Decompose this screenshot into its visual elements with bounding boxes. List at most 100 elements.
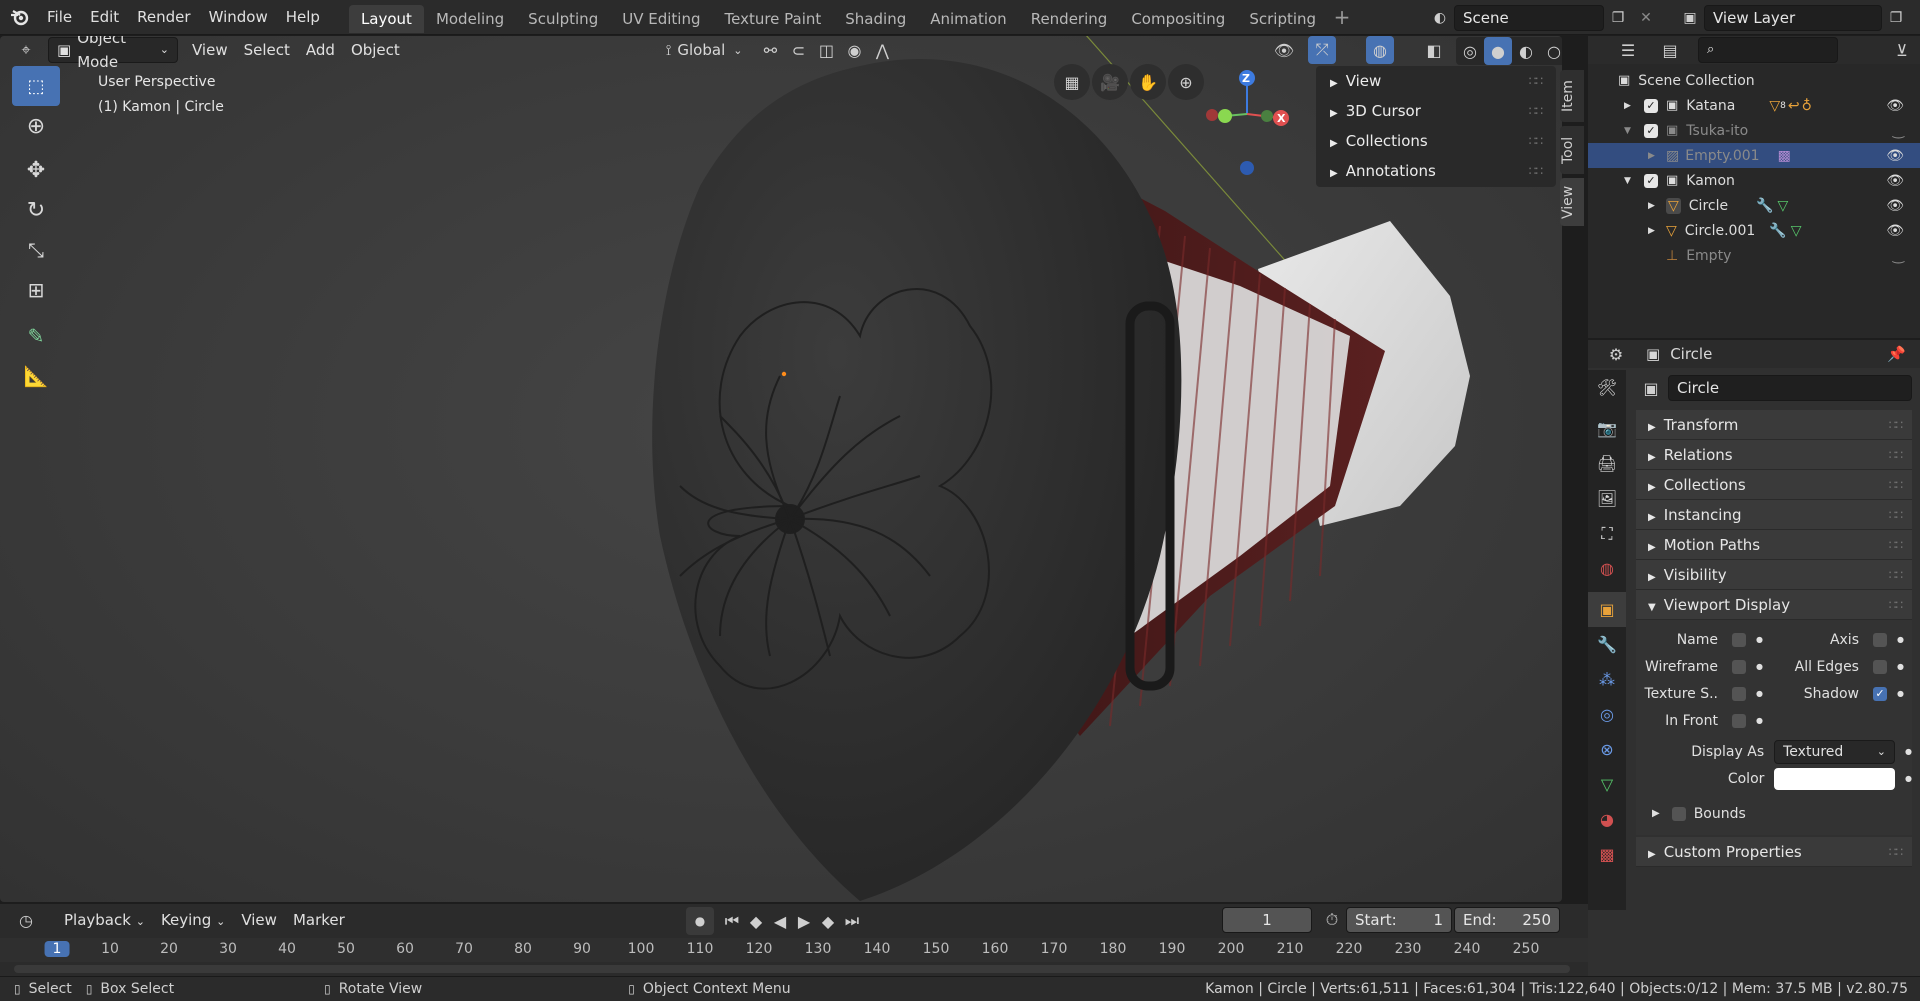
outliner-row-circle-001[interactable]: ▶ ▽ Circle.001 🔧 ▽ 👁 (1588, 218, 1920, 243)
material-shading-icon[interactable]: ◐ (1512, 37, 1540, 65)
visibility-icon[interactable]: 👁 (1270, 36, 1298, 64)
overlay-toggle-icon[interactable]: ◍ (1366, 36, 1394, 64)
menu-playback[interactable]: Playback ⌄ (56, 906, 153, 934)
eye-icon[interactable]: 👁 (1886, 148, 1904, 164)
new-scene-icon[interactable]: ❐ (1604, 4, 1632, 32)
wireframe-shading-icon[interactable]: ◎ (1456, 37, 1484, 65)
cursor-tool[interactable]: ⊕ (12, 106, 60, 146)
particles-properties-icon[interactable]: ⁂ (1588, 662, 1626, 697)
frame-ruler[interactable]: 1 10 20 30 40 50 60 70 80 90 100 110 120 130 140 150 160… (0, 938, 1588, 962)
add-workspace-icon[interactable]: + (1328, 3, 1356, 31)
view-layer-name-field[interactable]: View Layer (1704, 5, 1882, 31)
material-properties-icon[interactable]: ◕ (1588, 802, 1626, 837)
expand-arrow-icon[interactable]: ▶ (1624, 101, 1638, 111)
camera-view-icon[interactable]: 🎥 (1092, 64, 1128, 100)
menu-file[interactable]: File (38, 0, 81, 35)
prev-keyframe-icon[interactable]: ◆ (744, 907, 768, 935)
tab-layout[interactable]: Layout (348, 5, 424, 33)
current-frame-field[interactable]: 1 (1222, 907, 1312, 933)
panel-transform[interactable]: ▶ Transform ∷∷ (1636, 410, 1912, 440)
eye-icon[interactable]: 👁 (1886, 223, 1904, 239)
jump-end-icon[interactable]: ⏭ (840, 907, 864, 935)
eye-closed-icon[interactable]: ‿ (1893, 248, 1904, 264)
outliner-editor-type-icon[interactable]: ☰ (1614, 36, 1642, 64)
drag-handle-icon[interactable]: ∷∷ (1889, 410, 1903, 439)
exclude-checkbox[interactable]: ✓ (1644, 123, 1658, 138)
object-properties-icon[interactable]: ▣ (1588, 592, 1626, 627)
keyframe-dot-icon[interactable]: ● (1756, 662, 1763, 671)
menu-timeline-view[interactable]: View (233, 906, 285, 934)
tab-item[interactable]: Item (1560, 70, 1584, 122)
drag-handle-icon[interactable]: ∷∷ (1529, 156, 1543, 186)
solid-shading-icon[interactable]: ● (1484, 37, 1512, 65)
drag-handle-icon[interactable]: ∷∷ (1529, 66, 1543, 96)
pan-hand-icon[interactable]: ✋ (1130, 64, 1166, 100)
rendered-shading-icon[interactable]: ○ (1540, 37, 1562, 65)
blender-logo-icon[interactable] (6, 3, 34, 31)
display-as-dropdown[interactable]: Textured ⌄ (1774, 739, 1896, 764)
npanel-annotations[interactable]: ▶ Annotations ∷∷ (1316, 156, 1556, 186)
jump-start-icon[interactable]: ⏮ (720, 907, 744, 935)
keyframe-dot-icon[interactable]: ● (1756, 689, 1763, 698)
drag-handle-icon[interactable]: ∷∷ (1889, 560, 1903, 589)
tab-scripting[interactable]: Scripting (1237, 5, 1328, 33)
outliner-row-tsuka-ito[interactable]: ▼ ✓ ▣ Tsuka-ito ‿ (1588, 118, 1920, 143)
constraints-properties-icon[interactable]: ⊗ (1588, 732, 1626, 767)
editor-type-icon[interactable]: ⌖ (12, 36, 40, 64)
name-checkbox[interactable] (1732, 632, 1746, 647)
collapse-arrow-icon[interactable]: ▼ (1624, 176, 1638, 186)
delete-scene-icon[interactable]: ✕ (1632, 4, 1660, 32)
scene-icon[interactable]: ◐ (1426, 4, 1454, 32)
falloff-icon[interactable]: ⋀ (868, 36, 896, 64)
eye-icon[interactable]: 👁 (1886, 98, 1904, 114)
stopwatch-icon[interactable]: ⏱ (1318, 906, 1346, 934)
collapse-arrow-icon[interactable]: ▼ (1624, 126, 1638, 136)
measure-tool[interactable]: 📐 (12, 356, 60, 396)
keyframe-dot-icon[interactable]: ● (1756, 635, 1763, 644)
rotate-tool[interactable]: ↻ (12, 190, 60, 230)
object-datablock-icon[interactable]: ▣ (1636, 374, 1666, 402)
menu-view[interactable]: View (184, 36, 236, 64)
exclude-checkbox[interactable]: ✓ (1644, 173, 1658, 188)
menu-object[interactable]: Object (343, 36, 408, 64)
pin-icon[interactable]: 📌 (1887, 345, 1906, 363)
panel-visibility[interactable]: ▶ Visibility ∷∷ (1636, 560, 1912, 590)
play-reverse-icon[interactable]: ◀ (768, 907, 792, 935)
play-icon[interactable]: ▶ (792, 907, 816, 935)
drag-handle-icon[interactable]: ∷∷ (1529, 96, 1543, 126)
panel-viewport-display[interactable]: ▼ Viewport Display ∷∷ (1636, 590, 1912, 620)
object-name-field[interactable]: Circle (1668, 375, 1912, 401)
tab-animation[interactable]: Animation (918, 5, 1018, 33)
world-properties-icon[interactable]: ◍ (1588, 551, 1626, 586)
scene-properties-icon[interactable]: ⛶ (1588, 516, 1626, 551)
drag-handle-icon[interactable]: ∷∷ (1889, 440, 1903, 469)
modifier-properties-icon[interactable]: 🔧 (1588, 627, 1626, 662)
eye-icon[interactable]: 👁 (1886, 198, 1904, 214)
npanel-view[interactable]: ▶ View ∷∷ (1316, 66, 1556, 96)
keyframe-dot-icon[interactable]: ● (1897, 635, 1904, 644)
pivot-icon[interactable]: ⚯ (756, 36, 784, 64)
render-properties-icon[interactable]: 📷 (1588, 411, 1626, 446)
outliner-row-katana[interactable]: ▶ ✓ ▣ Katana ▽ 8 ↩ ♁ 👁 (1588, 93, 1920, 118)
keyframe-dot-icon[interactable]: ● (1897, 689, 1904, 698)
keyframe-dot-icon[interactable]: ● (1905, 747, 1912, 756)
outliner-search-input[interactable]: ⌕ (1698, 37, 1838, 63)
drag-handle-icon[interactable]: ∷∷ (1889, 590, 1903, 619)
keyframe-dot-icon[interactable]: ● (1905, 774, 1912, 783)
drag-handle-icon[interactable]: ∷∷ (1889, 837, 1903, 866)
all-edges-checkbox[interactable] (1872, 659, 1887, 674)
menu-render[interactable]: Render (128, 0, 199, 35)
exclude-checkbox[interactable]: ✓ (1644, 98, 1658, 113)
outliner-row-circle[interactable]: ▶ ▽ Circle 🔧 ▽ 👁 (1588, 193, 1920, 218)
transform-tool[interactable]: ⊞ (12, 270, 60, 310)
menu-marker[interactable]: Marker (285, 906, 353, 934)
texture-properties-icon[interactable]: ▩ (1588, 837, 1626, 872)
move-tool[interactable]: ✥ (12, 150, 60, 190)
tab-sculpting[interactable]: Sculpting (516, 5, 610, 33)
expand-arrow-icon[interactable]: ▶ (1648, 226, 1662, 236)
keyframe-dot-icon[interactable]: ● (1897, 662, 1904, 671)
expand-arrow-icon[interactable]: ▶ (1648, 151, 1662, 161)
in-front-checkbox[interactable] (1732, 713, 1746, 728)
data-properties-icon[interactable]: ▽ (1588, 767, 1626, 802)
outliner-row-kamon[interactable]: ▼ ✓ ▣ Kamon 👁 (1588, 168, 1920, 193)
